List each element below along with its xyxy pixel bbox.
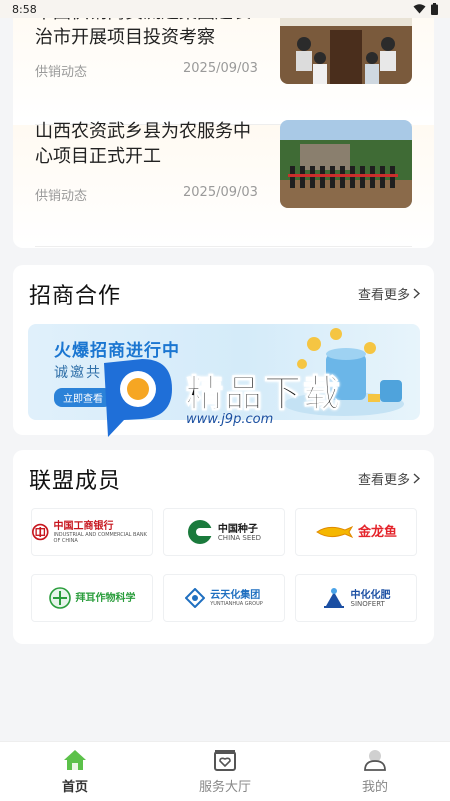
arowana-logo-icon bbox=[316, 526, 353, 538]
member-name: 中国工商银行 bbox=[53, 520, 114, 532]
more-link-label: 查看更多 bbox=[357, 288, 410, 303]
news-title: 山西农资武乡县为农服务中心项目正式开工 bbox=[35, 121, 251, 167]
tab-label: 首页 bbox=[61, 779, 88, 795]
member-name: 中化化肥 bbox=[350, 589, 391, 601]
member-subname: SINOFERT bbox=[350, 599, 385, 608]
news-divider bbox=[35, 246, 412, 247]
status-time: 8:58 bbox=[12, 2, 37, 16]
news-card: 中国供销商贸流通集团赴长治市开展项目投资考察 供销动态 2025/09/03 bbox=[13, 0, 434, 248]
tab-label: 我的 bbox=[361, 779, 388, 795]
banner-subline: 诚邀共 事业 bbox=[54, 365, 141, 381]
bottom-tab-bar: 首页 服务大厅 我的 bbox=[0, 741, 450, 801]
member-subname: CHINA SEED bbox=[217, 533, 262, 542]
news-item[interactable]: 中国供销商贸流通集团赴长治市开展项目投资考察 供销动态 2025/09/03 bbox=[13, 0, 434, 120]
investment-section: 招商合作 查看更多 火爆招商进行中 诚邀共 事业 立即查看 bbox=[13, 265, 434, 435]
status-bar: 8:58 bbox=[0, 0, 450, 18]
tab-label: 服务大厅 bbox=[198, 779, 251, 795]
coins-illustration-icon bbox=[284, 328, 404, 416]
china-seed-logo-icon bbox=[187, 520, 212, 544]
tab-service-hall[interactable]: 服务大厅 bbox=[150, 742, 300, 801]
news-tag: 供销动态 bbox=[35, 65, 88, 80]
home-icon bbox=[64, 749, 86, 770]
member-subname: INDUSTRIAL AND COMMERCIAL BANK OF CHINA bbox=[53, 531, 147, 544]
section-title: 招商合作 bbox=[29, 284, 122, 309]
bayer-logo-icon bbox=[48, 587, 71, 609]
members-section: 联盟成员 查看更多 中国工商银行 INDUSTRIAL AND COMMERCI… bbox=[13, 450, 434, 644]
service-hall-icon bbox=[214, 749, 236, 771]
chevron-right-icon bbox=[413, 288, 420, 299]
chevron-right-icon bbox=[413, 473, 420, 484]
yuntianhua-logo-icon bbox=[185, 588, 206, 608]
member-arowana[interactable]: 金龙鱼 bbox=[295, 508, 417, 556]
news-date: 2025/09/03 bbox=[183, 61, 258, 76]
investment-more-link[interactable]: 查看更多 bbox=[358, 284, 420, 303]
member-name: 云天化集团 bbox=[210, 589, 261, 601]
member-sinofert[interactable]: 中化化肥 SINOFERT bbox=[295, 574, 417, 622]
status-icons bbox=[413, 3, 438, 15]
member-china-seed[interactable]: 中国种子 CHINA SEED bbox=[163, 508, 285, 556]
sinofert-logo-icon bbox=[323, 588, 344, 608]
section-title: 联盟成员 bbox=[29, 469, 122, 494]
battery-icon bbox=[431, 3, 438, 15]
member-subname: YUNTIANHUA GROUP bbox=[210, 600, 263, 607]
member-name: 金龙鱼 bbox=[357, 524, 397, 540]
member-yuntianhua[interactable]: 云天化集团 YUNTIANHUA GROUP bbox=[163, 574, 285, 622]
news-item[interactable]: 山西农资武乡县为农服务中心项目正式开工 供销动态 2025/09/03 bbox=[13, 120, 434, 245]
investment-banner[interactable]: 火爆招商进行中 诚邀共 事业 立即查看 bbox=[28, 324, 420, 420]
icbc-logo-icon bbox=[32, 523, 49, 541]
news-date: 2025/09/03 bbox=[183, 185, 258, 200]
news-thumbnail bbox=[280, 120, 412, 208]
more-link-label: 查看更多 bbox=[357, 473, 410, 488]
member-icbc[interactable]: 中国工商银行 INDUSTRIAL AND COMMERCIAL BANK OF… bbox=[31, 508, 153, 556]
banner-headline: 火爆招商进行中 bbox=[54, 341, 180, 361]
tab-home[interactable]: 首页 bbox=[0, 742, 150, 801]
member-name: 中国种子 bbox=[217, 523, 258, 535]
members-more-link[interactable]: 查看更多 bbox=[358, 469, 420, 488]
home-scroll-view[interactable]: 中国供销商贸流通集团赴长治市开展项目投资考察 供销动态 2025/09/03 bbox=[0, 0, 450, 741]
banner-view-button[interactable]: 立即查看 bbox=[54, 388, 112, 407]
wifi-icon bbox=[413, 4, 426, 14]
news-tag: 供销动态 bbox=[35, 189, 88, 204]
member-bayer[interactable]: 拜耳作物科学 bbox=[31, 574, 153, 622]
tab-profile[interactable]: 我的 bbox=[300, 742, 450, 801]
member-name: 拜耳作物科学 bbox=[75, 592, 136, 604]
profile-icon bbox=[364, 749, 386, 771]
